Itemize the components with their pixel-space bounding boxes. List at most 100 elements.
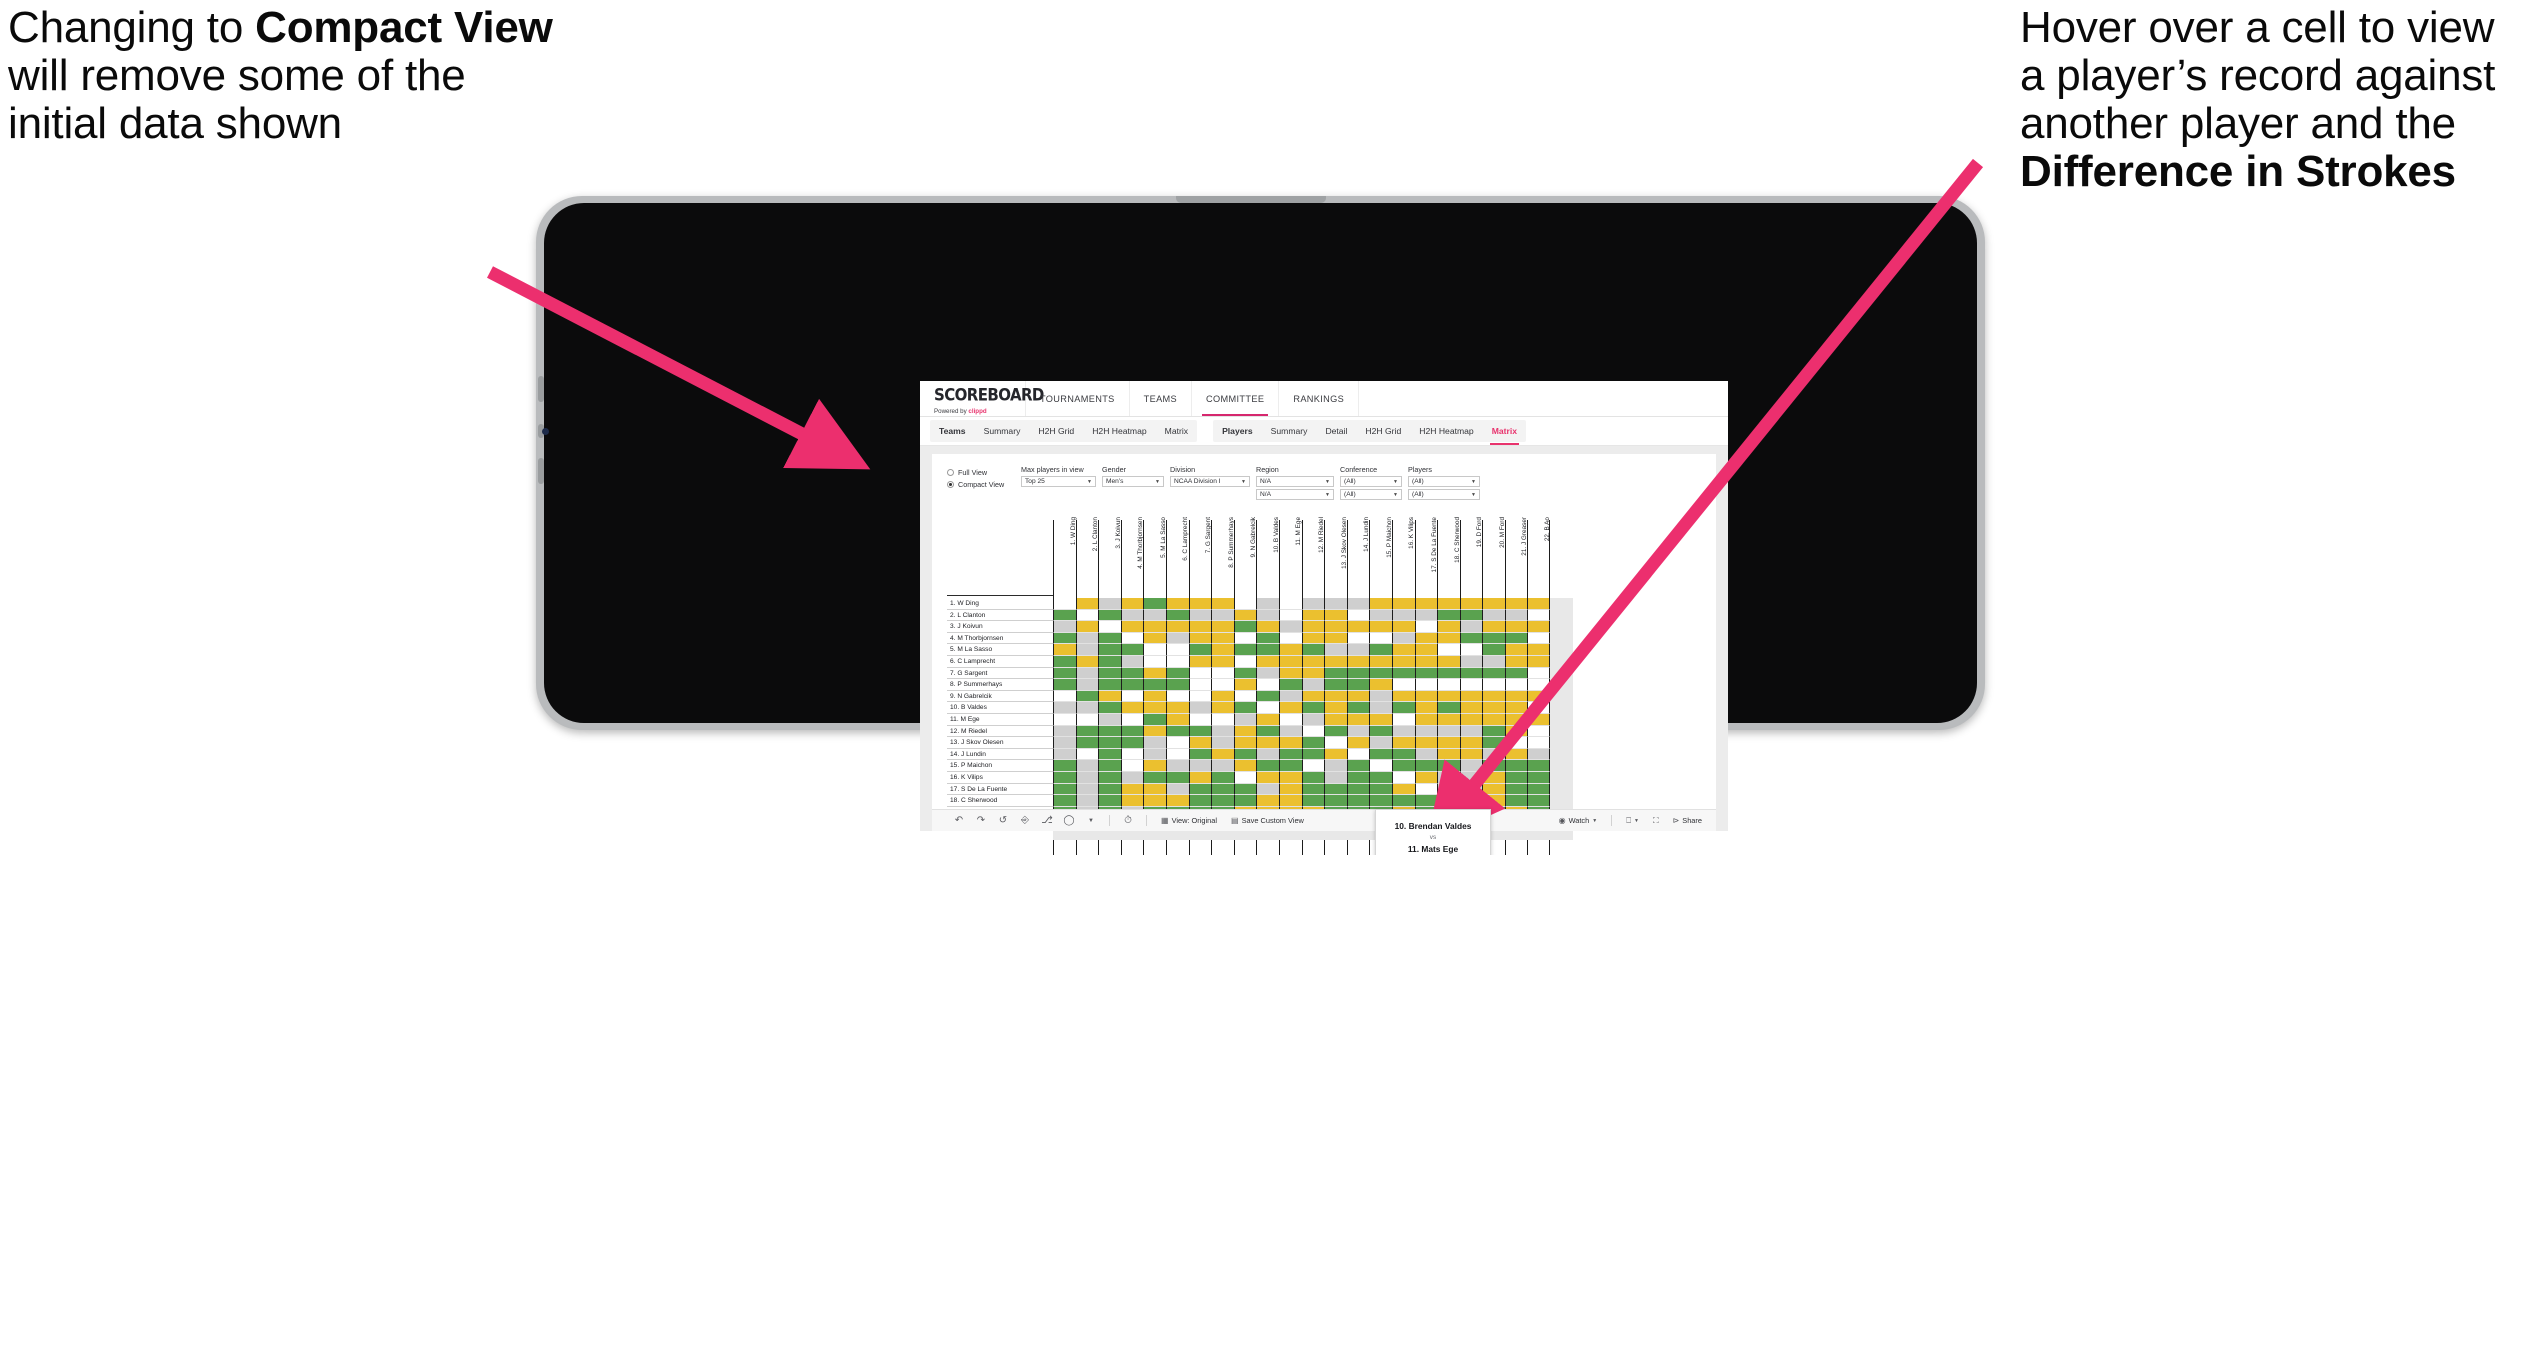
matrix-cell[interactable] — [1527, 713, 1551, 726]
matrix-cell[interactable] — [1504, 771, 1528, 784]
matrix-cell[interactable] — [1391, 795, 1415, 807]
matrix-cell[interactable] — [1211, 609, 1234, 622]
matrix-cell[interactable] — [1324, 783, 1347, 796]
matrix-cell[interactable] — [1346, 771, 1370, 784]
filter-max-players-select[interactable]: Top 25 ▼ — [1021, 476, 1096, 487]
matrix-cell[interactable] — [1233, 795, 1257, 807]
matrix-cell[interactable] — [1053, 795, 1076, 807]
filter-players-select-2[interactable]: (All) ▼ — [1408, 489, 1480, 500]
matrix-cell[interactable] — [1211, 771, 1234, 784]
matrix-cell[interactable] — [1256, 655, 1279, 668]
matrix-cell[interactable] — [1391, 679, 1415, 691]
matrix-cell[interactable] — [1165, 655, 1189, 668]
revert-icon[interactable]: ↺ — [992, 810, 1014, 832]
matrix-cell[interactable] — [1346, 632, 1370, 645]
matrix-cell[interactable] — [1188, 783, 1212, 796]
matrix-cell[interactable] — [1120, 702, 1144, 714]
matrix-cell[interactable] — [1346, 713, 1370, 726]
matrix-cell[interactable] — [1391, 667, 1415, 680]
matrix-cell[interactable] — [1324, 748, 1347, 761]
subtab-group1-matrix[interactable]: Matrix — [1156, 420, 1197, 442]
matrix-cell[interactable] — [1414, 713, 1438, 726]
matrix-cell[interactable] — [1143, 737, 1166, 749]
matrix-cell[interactable] — [1414, 725, 1438, 738]
matrix-cell[interactable] — [1165, 783, 1189, 796]
matrix-cell[interactable] — [1211, 748, 1234, 761]
matrix-cell[interactable] — [1120, 655, 1144, 668]
matrix-cell[interactable] — [1075, 771, 1099, 784]
matrix-cell[interactable] — [1278, 690, 1302, 703]
matrix-cell[interactable] — [1211, 644, 1234, 656]
matrix-cell[interactable] — [1391, 748, 1415, 761]
matrix-cell[interactable] — [1165, 702, 1189, 714]
matrix-cell[interactable] — [1346, 725, 1370, 738]
matrix-cell[interactable] — [1504, 609, 1528, 622]
matrix-cell[interactable] — [1459, 667, 1483, 680]
matrix-cell[interactable] — [1211, 713, 1234, 726]
matrix-cell[interactable] — [1437, 737, 1460, 749]
matrix-cell[interactable] — [1437, 795, 1460, 807]
matrix-cell[interactable] — [1075, 621, 1099, 633]
matrix-cell[interactable] — [1301, 679, 1325, 691]
matrix-cell[interactable] — [1143, 644, 1166, 656]
matrix-cell[interactable] — [1143, 748, 1166, 761]
matrix-cell[interactable] — [1301, 760, 1325, 772]
matrix-cell[interactable] — [1527, 783, 1551, 796]
subtab-group2-players[interactable]: Players — [1213, 420, 1262, 442]
matrix-cell[interactable] — [1301, 632, 1325, 645]
matrix-cell[interactable] — [1075, 598, 1099, 610]
matrix-cell[interactable] — [1346, 609, 1370, 622]
matrix-cell[interactable] — [1459, 795, 1483, 807]
matrix-cell[interactable] — [1324, 760, 1347, 772]
matrix-cell[interactable] — [1391, 737, 1415, 749]
subtab-group2-detail[interactable]: Detail — [1316, 420, 1356, 442]
matrix-cell[interactable] — [1437, 690, 1460, 703]
matrix-cell[interactable] — [1459, 655, 1483, 668]
matrix-cell[interactable] — [1098, 783, 1121, 796]
matrix-cell[interactable] — [1233, 702, 1257, 714]
matrix-cell[interactable] — [1075, 632, 1099, 645]
matrix-cell[interactable] — [1098, 737, 1121, 749]
undo-icon[interactable]: ↶ — [948, 810, 970, 832]
matrix-cell[interactable] — [1459, 644, 1483, 656]
matrix-cell[interactable] — [1527, 725, 1551, 738]
matrix-cell[interactable] — [1053, 621, 1076, 633]
matrix-cell[interactable] — [1075, 795, 1099, 807]
matrix-cell[interactable] — [1165, 598, 1189, 610]
matrix-cell[interactable] — [1053, 655, 1076, 668]
matrix-cell[interactable] — [1391, 598, 1415, 610]
matrix-cell[interactable] — [1075, 644, 1099, 656]
topnav-item-committee[interactable]: COMMITTEE — [1192, 381, 1280, 416]
matrix-cell[interactable] — [1165, 679, 1189, 691]
pause-updates-icon[interactable]: ⎇ — [1036, 810, 1058, 832]
matrix-cell[interactable] — [1075, 679, 1099, 691]
matrix-cell[interactable] — [1165, 795, 1189, 807]
matrix-cell[interactable] — [1098, 644, 1121, 656]
matrix-cell[interactable] — [1120, 679, 1144, 691]
matrix-cell[interactable] — [1165, 644, 1189, 656]
highlight-icon[interactable]: ◯ — [1058, 810, 1080, 832]
matrix-cell[interactable] — [1414, 702, 1438, 714]
matrix-cell[interactable] — [1098, 690, 1121, 703]
matrix-cell[interactable] — [1527, 632, 1551, 645]
matrix-cell[interactable] — [1233, 771, 1257, 784]
matrix-cell[interactable] — [1278, 713, 1302, 726]
matrix-cell[interactable] — [1075, 702, 1099, 714]
matrix-cell[interactable] — [1369, 748, 1392, 761]
matrix-cell[interactable] — [1278, 748, 1302, 761]
matrix-cell[interactable] — [1369, 609, 1392, 622]
matrix-cell[interactable] — [1098, 760, 1121, 772]
save-custom-view-button[interactable]: ▤ Save Custom View — [1224, 816, 1311, 825]
subtab-group1-h2h-grid[interactable]: H2H Grid — [1029, 420, 1083, 442]
matrix-cell[interactable] — [1346, 679, 1370, 691]
matrix-cell[interactable] — [1369, 760, 1392, 772]
matrix-cell[interactable] — [1120, 644, 1144, 656]
matrix-cell[interactable] — [1437, 621, 1460, 633]
matrix-cell[interactable] — [1459, 690, 1483, 703]
matrix-cell[interactable] — [1527, 771, 1551, 784]
matrix-cell[interactable] — [1278, 621, 1302, 633]
matrix-cell[interactable] — [1391, 621, 1415, 633]
matrix-cell[interactable] — [1414, 598, 1438, 610]
matrix-cell[interactable] — [1098, 667, 1121, 680]
matrix-cell[interactable] — [1165, 667, 1189, 680]
